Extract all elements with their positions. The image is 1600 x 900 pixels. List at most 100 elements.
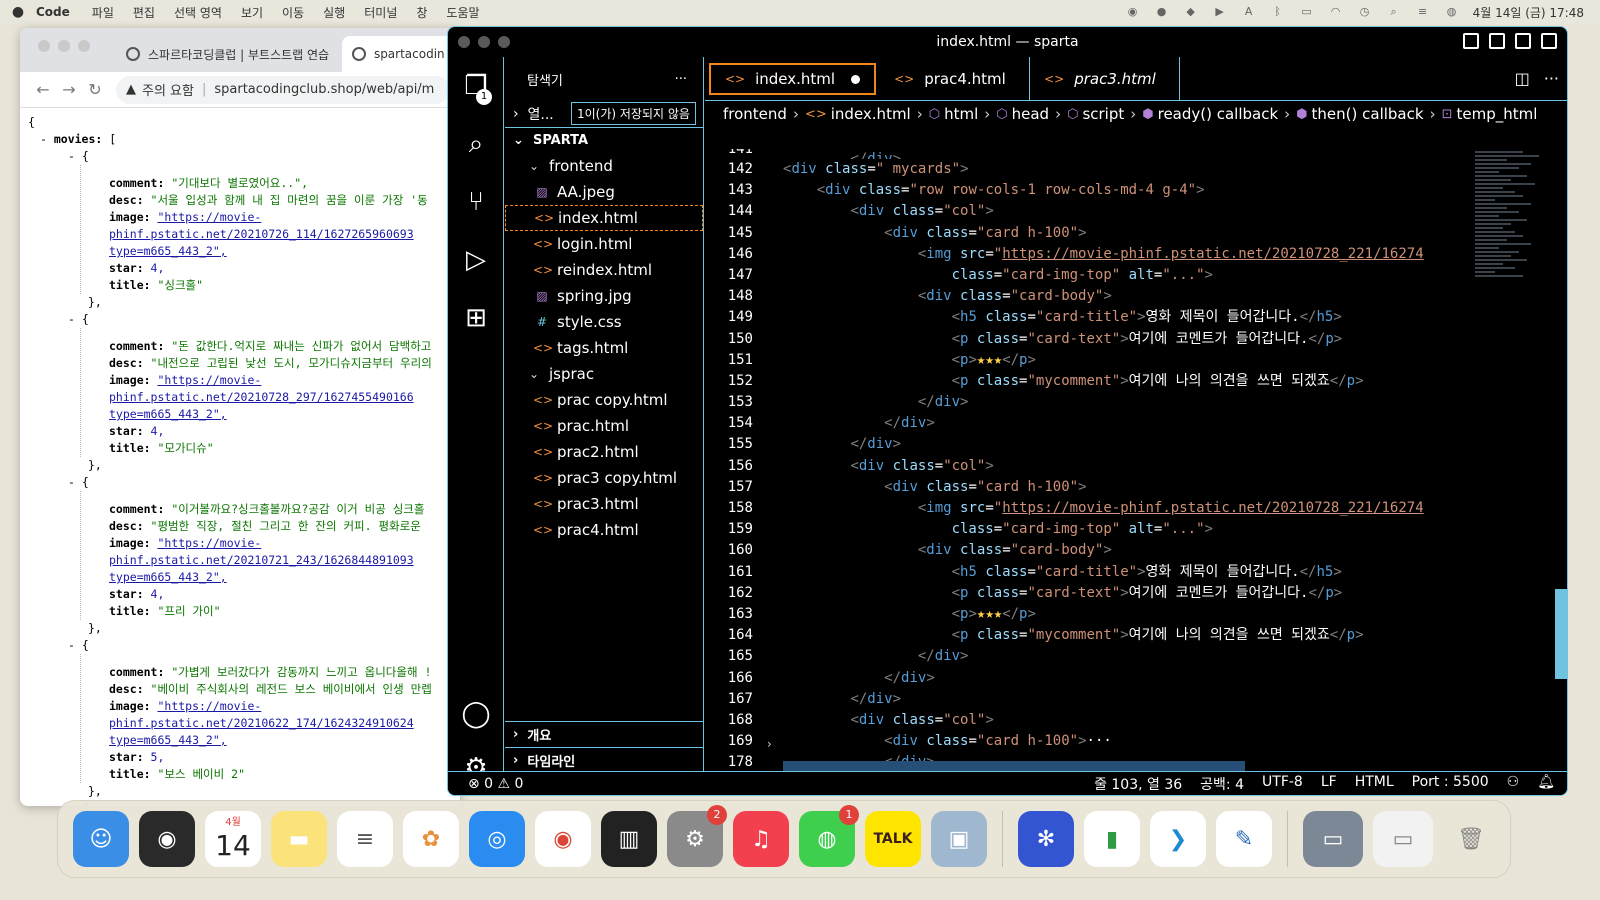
browser-tab-active[interactable]: spartacodin (341, 36, 460, 72)
customize-layout-icon[interactable] (1541, 33, 1557, 49)
file-tree-item[interactable]: <> tags.html (505, 335, 703, 361)
file-tree-item[interactable]: # style.css (505, 309, 703, 335)
json-item-toggle[interactable]: - { (28, 474, 460, 491)
json-value-cont[interactable]: type=m665_443_2", (109, 407, 227, 421)
fold-chevron-icon[interactable]: › (767, 737, 772, 751)
music-icon[interactable]: ♫ (733, 811, 789, 867)
json-item-toggle[interactable]: - { (28, 311, 460, 328)
play-icon[interactable]: ▶ (1212, 5, 1228, 19)
source-control-icon[interactable]: ⑂ (448, 173, 504, 231)
input-source-icon[interactable]: A (1241, 5, 1257, 19)
json-value-cont[interactable]: type=m665_443_2", (109, 244, 227, 258)
file-tree-item[interactable]: <> login.html (505, 231, 703, 257)
file-tree-item[interactable]: <> prac4.html (505, 517, 703, 543)
bluetooth-icon[interactable]: ᛒ (1270, 5, 1286, 19)
notes-icon[interactable]: ▬ (271, 811, 327, 867)
control-center-icon[interactable]: ≡ (1415, 5, 1431, 19)
app-store-icon[interactable]: ✻ (1018, 811, 1074, 867)
json-value-cont[interactable]: phinf.pstatic.net/20210721_243/162684489… (109, 553, 414, 567)
battery-icon[interactable]: ▭ (1299, 5, 1315, 19)
json-item-toggle[interactable]: - { (28, 637, 460, 654)
minimize-window-button[interactable] (58, 40, 70, 52)
browser-tab[interactable]: 스파르타코딩클럽 | 부트스트랩 연습 (116, 36, 342, 72)
editor-tab-prac4[interactable]: <> prac4.html (880, 57, 1031, 101)
safari-icon[interactable]: ◎ (469, 811, 525, 867)
menu-edit[interactable]: 편집 (133, 4, 155, 21)
file-tree-item[interactable]: <> prac.html (505, 413, 703, 439)
workspace-header[interactable]: ⌄ SPARTA (505, 127, 703, 153)
file-tree-item[interactable]: <> prac copy.html (505, 387, 703, 413)
vscode-icon[interactable]: ❯ (1150, 811, 1206, 867)
json-value-cont[interactable]: phinf.pstatic.net/20210622_174/162432491… (109, 716, 414, 730)
accessibility-icon[interactable]: ◉ (1125, 5, 1141, 19)
json-value-image[interactable]: "https://movie- (157, 373, 261, 387)
spotlight-search-icon[interactable]: ⌕ (1386, 5, 1402, 19)
problems-indicator[interactable]: ⊗ 0 ⚠ 0 (448, 776, 523, 792)
forward-arrow-icon[interactable]: → (56, 80, 82, 99)
file-tree-item[interactable]: ▨ spring.jpg (505, 283, 703, 309)
explorer-more-button[interactable]: ··· (675, 72, 687, 87)
toggle-secondary-sidebar-icon[interactable] (1515, 33, 1531, 49)
messages-icon[interactable]: ◍ 1 (799, 805, 859, 867)
breadcrumb-item[interactable]: head (1012, 105, 1049, 123)
editor-scrollbar[interactable] (1555, 589, 1567, 679)
minimap[interactable] (1475, 149, 1555, 773)
piano-icon[interactable]: ▥ (601, 811, 657, 867)
json-value-image[interactable]: "https://movie- (157, 536, 261, 550)
security-warning-label[interactable]: 주의 요함 (142, 80, 194, 99)
finder-icon[interactable]: ☺ (73, 811, 129, 867)
breadcrumb-item[interactable]: temp_html (1456, 105, 1537, 123)
json-item-toggle[interactable]: - { (28, 148, 460, 165)
minimized-window-icon[interactable]: ▭ (1373, 811, 1433, 867)
menu-run[interactable]: 실행 (323, 4, 345, 21)
code-editor[interactable]: 141 142 143 144 145 146 147 148 149 150 151 152 153 1… (705, 149, 1567, 773)
unsaved-dot-icon[interactable] (851, 74, 861, 84)
photos-icon[interactable]: ✿ (403, 811, 459, 867)
menu-clock[interactable]: 4월 14일 (금) 17:48 (1473, 4, 1584, 21)
menu-file[interactable]: 파일 (92, 4, 114, 21)
file-tree-item[interactable]: <> prac3 copy.html (505, 465, 703, 491)
notifications-bell-icon[interactable]: 🔔︎ (1537, 774, 1555, 794)
zoom-window-button[interactable] (498, 36, 510, 48)
live-server-port[interactable]: Port : 5500 (1412, 774, 1489, 794)
app-status-icon[interactable]: ◆ (1183, 5, 1199, 19)
json-value-image[interactable]: "https://movie- (157, 210, 261, 224)
apple-icon[interactable]: ● (0, 4, 36, 20)
numbers-icon[interactable]: ▮ (1084, 811, 1140, 867)
json-value-cont[interactable]: phinf.pstatic.net/20210728_297/162745549… (109, 390, 414, 404)
calendar-icon[interactable]: 4월 14 (205, 811, 261, 867)
wifi-icon[interactable]: ◠ (1328, 5, 1344, 19)
zoom-window-button[interactable] (78, 40, 90, 52)
minimized-window-icon[interactable]: ▭ (1303, 811, 1363, 867)
explorer-icon[interactable]: ❐ 1 (448, 57, 504, 115)
feedback-icon[interactable]: ⚇ (1507, 774, 1520, 794)
menu-go[interactable]: 이동 (282, 4, 304, 21)
menu-window[interactable]: 창 (416, 4, 427, 21)
cursor-position[interactable]: 줄 103, 열 36 (1094, 774, 1182, 794)
account-icon[interactable]: ◯ (448, 685, 504, 743)
extensions-icon[interactable]: ⊞ (448, 289, 504, 347)
more-actions-icon[interactable]: ··· (1544, 69, 1559, 88)
siri-icon[interactable]: ◍ (1444, 5, 1460, 19)
breadcrumb-item[interactable]: then() callback (1312, 105, 1424, 123)
editor-tab-index[interactable]: <> index.html (709, 63, 877, 95)
open-editors-section[interactable]: › 열... 1이(가) 저장되지 않음 (505, 101, 703, 127)
address-bar[interactable]: ▲ 주의 요함 | spartacodingclub.shop/web/api/… (116, 75, 450, 104)
menu-terminal[interactable]: 터미널 (364, 4, 397, 21)
menu-help[interactable]: 도움말 (446, 4, 479, 21)
file-tree-item[interactable]: ⌄ jsprac (505, 361, 703, 387)
code-lines[interactable]: </div> <div class=" mycards"> <div class… (783, 149, 1473, 773)
back-arrow-icon[interactable]: ← (30, 80, 56, 99)
file-tree-item[interactable]: ▨ AA.jpeg (505, 179, 703, 205)
time-machine-icon[interactable]: ◷ (1357, 5, 1373, 19)
reminders-icon[interactable]: ≡ (337, 811, 393, 867)
toggle-panel-icon[interactable] (1489, 33, 1505, 49)
timeline-section[interactable]: › 타임라인 (505, 747, 704, 773)
close-window-button[interactable] (38, 40, 50, 52)
outline-section[interactable]: › 개요 (505, 721, 704, 747)
breadcrumb-item[interactable]: script (1082, 105, 1124, 123)
file-tree-item[interactable]: <> reindex.html (505, 257, 703, 283)
warning-icon[interactable]: ▲ (126, 82, 136, 97)
file-tree-item[interactable]: <> index.html (505, 205, 703, 231)
textedit-icon[interactable]: ✎ (1216, 811, 1272, 867)
